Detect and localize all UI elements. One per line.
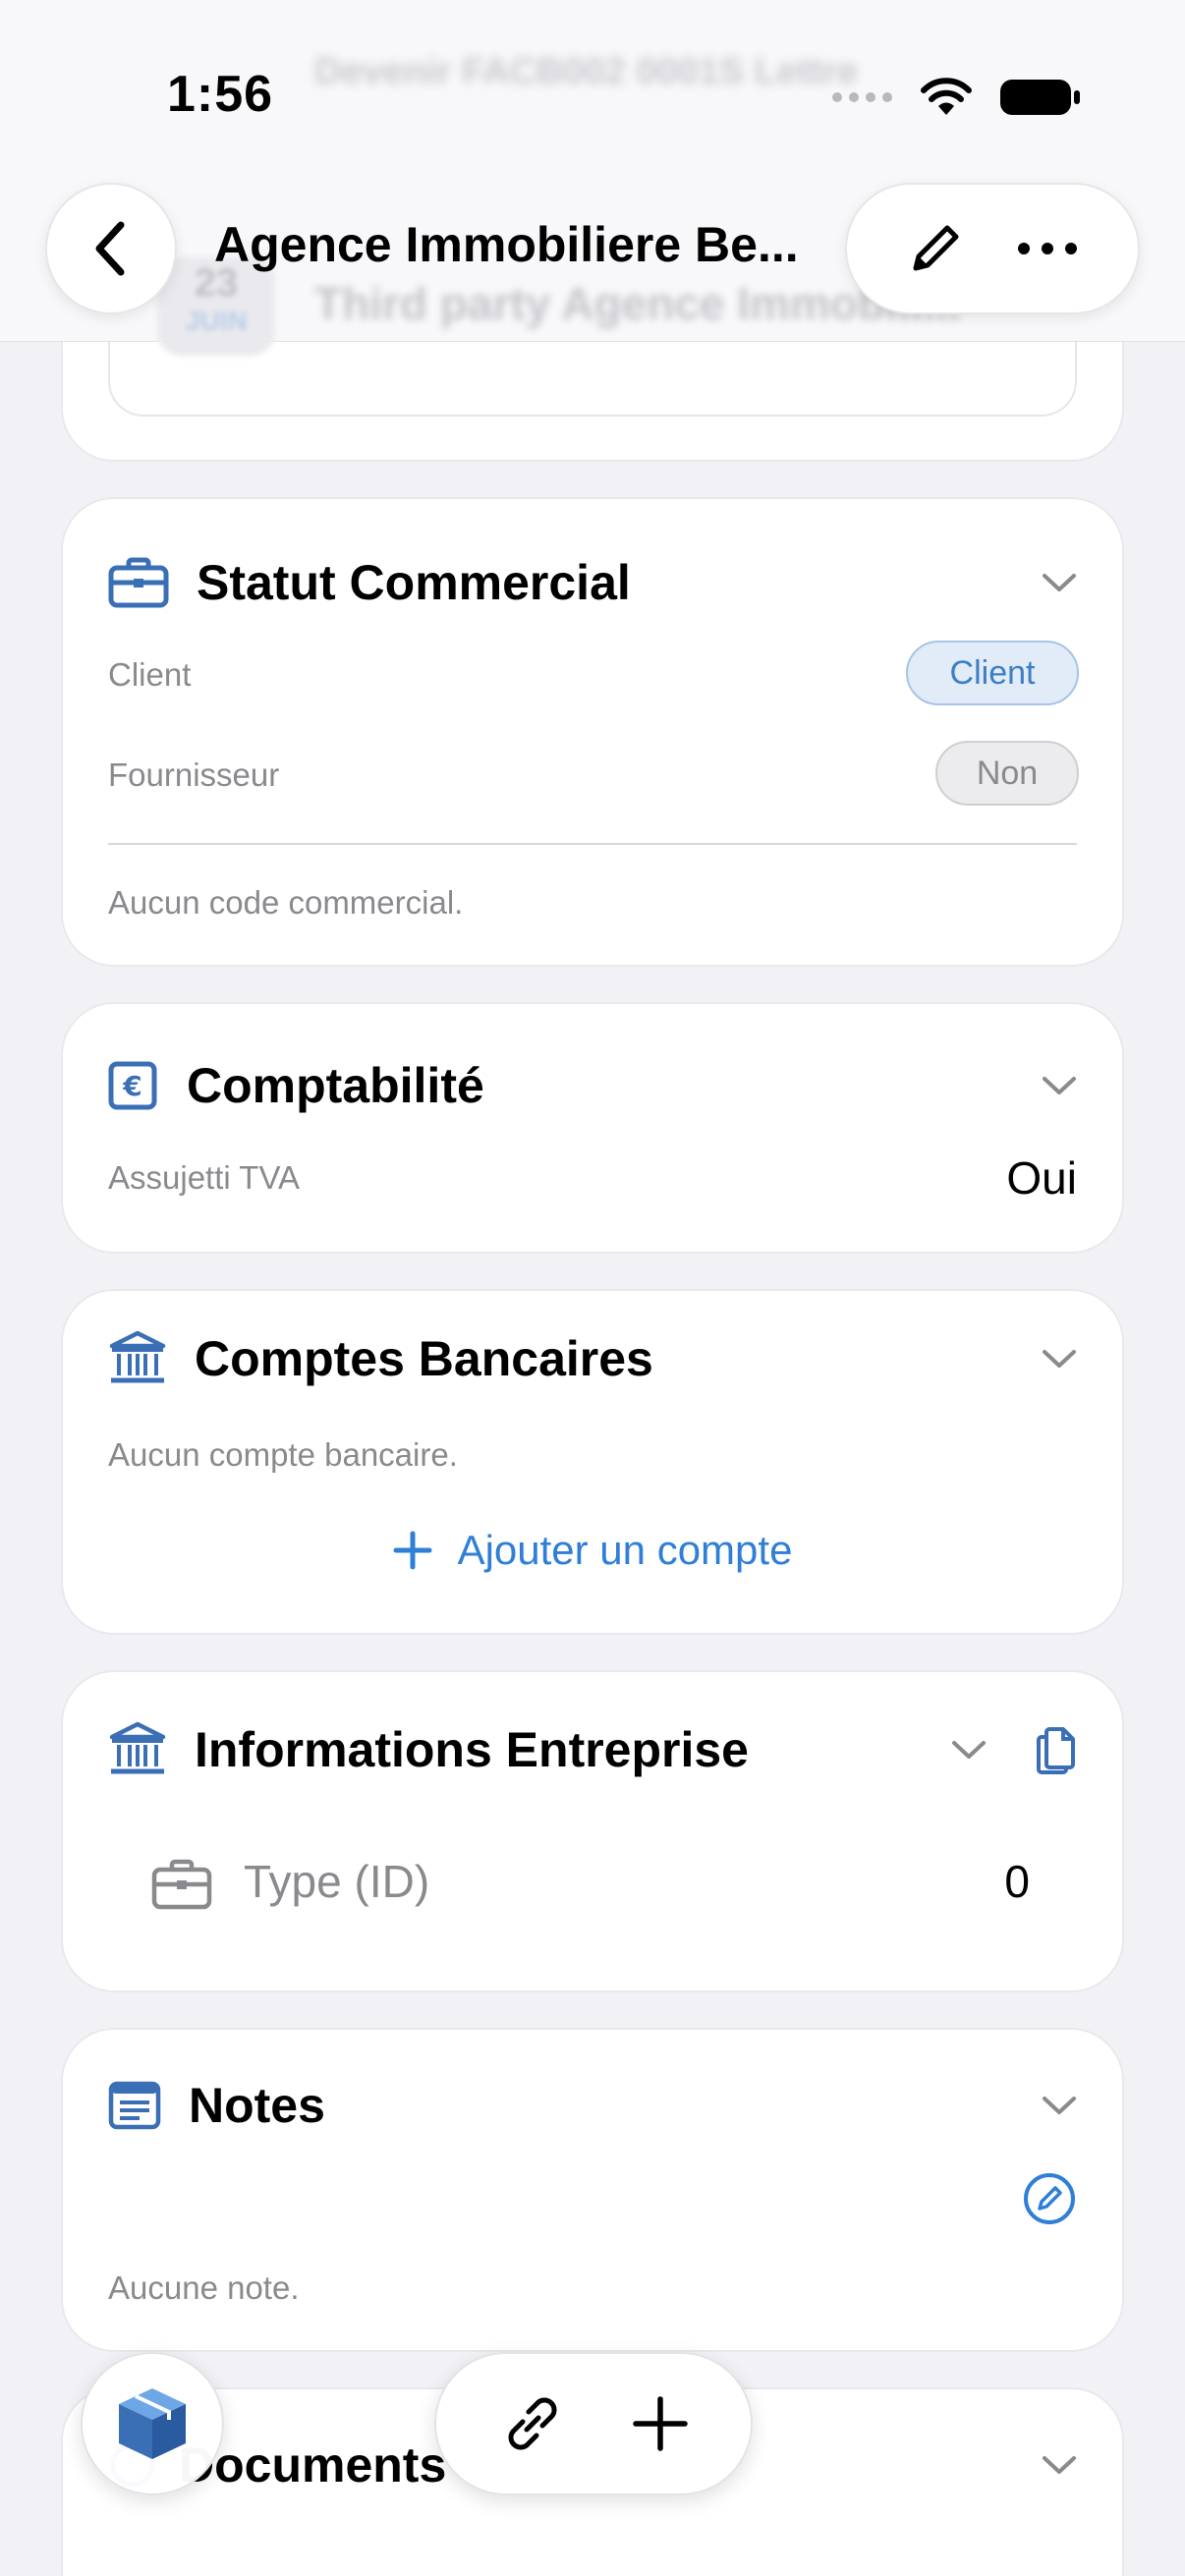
briefcase-icon: [108, 557, 169, 608]
chevron-left-icon: [95, 221, 125, 276]
company-info-title: Informations Entreprise: [195, 1722, 749, 1777]
more-options-icon[interactable]: [1016, 241, 1079, 256]
type-id-value: 0: [1004, 1856, 1030, 1907]
back-button[interactable]: [45, 183, 177, 314]
client-badge: Client: [906, 641, 1079, 705]
commercial-status-header[interactable]: Statut Commercial: [108, 548, 1077, 617]
type-id-label: Type (ID): [244, 1856, 430, 1907]
company-info-header[interactable]: Informations Entreprise: [108, 1715, 1077, 1784]
status-icons: [832, 73, 1081, 122]
supplier-badge: Non: [935, 741, 1079, 806]
cellular-signal-icon: [832, 92, 892, 102]
plus-icon: [393, 1531, 432, 1570]
vat-label: Assujetti TVA: [108, 1159, 301, 1196]
add-account-label: Ajouter un compte: [457, 1527, 793, 1573]
top-navigation-bar: Devenir FACB002 0001S Lettre 23 JUIN Thi…: [0, 0, 1185, 356]
svg-text:€: €: [122, 1070, 141, 1102]
chevron-down-icon[interactable]: [951, 1739, 987, 1761]
vat-value: Oui: [1006, 1152, 1077, 1204]
bank-empty-text: Aucun compte bancaire.: [108, 1436, 458, 1473]
chevron-down-icon[interactable]: [1042, 2095, 1077, 2116]
bank-accounts-card: Comptes Bancaires Aucun compte bancaire.…: [61, 1289, 1124, 1635]
commercial-status-card: Statut Commercial Client Client Fourniss…: [61, 497, 1124, 967]
company-info-card: Informations Entreprise Type (ID) 0: [61, 1670, 1124, 1992]
copy-document-icon[interactable]: [1036, 1725, 1077, 1774]
quick-actions-pill: [434, 2352, 753, 2495]
ghost-date-month: JUIN: [185, 306, 248, 336]
notes-card: Notes Aucune note.: [61, 2028, 1124, 2352]
notes-header[interactable]: Notes: [108, 2071, 1077, 2140]
wifi-icon: [921, 78, 972, 115]
edit-note-icon[interactable]: [1022, 2171, 1077, 2226]
commercial-code-note: Aucun code commercial.: [108, 884, 464, 921]
chevron-down-icon[interactable]: [1042, 1348, 1077, 1370]
commercial-status-title: Statut Commercial: [197, 555, 631, 610]
cube-icon: [119, 2388, 186, 2459]
battery-icon: [1000, 80, 1080, 115]
accounting-header[interactable]: € Comptabilité: [108, 1051, 1077, 1120]
chevron-down-icon[interactable]: [1042, 572, 1077, 593]
edit-pencil-icon[interactable]: [906, 219, 965, 278]
page-title: Agence Immobiliere Be...: [214, 217, 799, 272]
header-actions: [845, 183, 1140, 314]
supplier-label: Fournisseur: [108, 756, 280, 793]
link-icon[interactable]: [497, 2388, 568, 2459]
client-label: Client: [108, 656, 192, 693]
accounting-title: Comptabilité: [187, 1058, 484, 1113]
divider: [108, 843, 1077, 845]
add-account-button[interactable]: Ajouter un compte: [63, 1521, 1122, 1580]
box-floating-button[interactable]: [81, 2352, 224, 2495]
notes-icon: [108, 2081, 161, 2130]
bank-accounts-title: Comptes Bancaires: [195, 1331, 653, 1386]
bank-icon: [109, 1721, 166, 1774]
chevron-down-icon[interactable]: [1042, 2454, 1077, 2476]
status-time: 1:56: [167, 66, 274, 123]
notes-title: Notes: [189, 2078, 325, 2133]
chevron-down-icon[interactable]: [1042, 1075, 1077, 1096]
bank-icon: [109, 1330, 166, 1383]
briefcase-icon: [151, 1859, 212, 1910]
notes-empty-text: Aucune note.: [108, 2269, 300, 2306]
euro-icon: €: [108, 1061, 157, 1110]
bank-accounts-header[interactable]: Comptes Bancaires: [108, 1324, 1077, 1393]
plus-icon[interactable]: [631, 2394, 690, 2453]
accounting-card: € Comptabilité Assujetti TVA Oui: [61, 1002, 1124, 1254]
